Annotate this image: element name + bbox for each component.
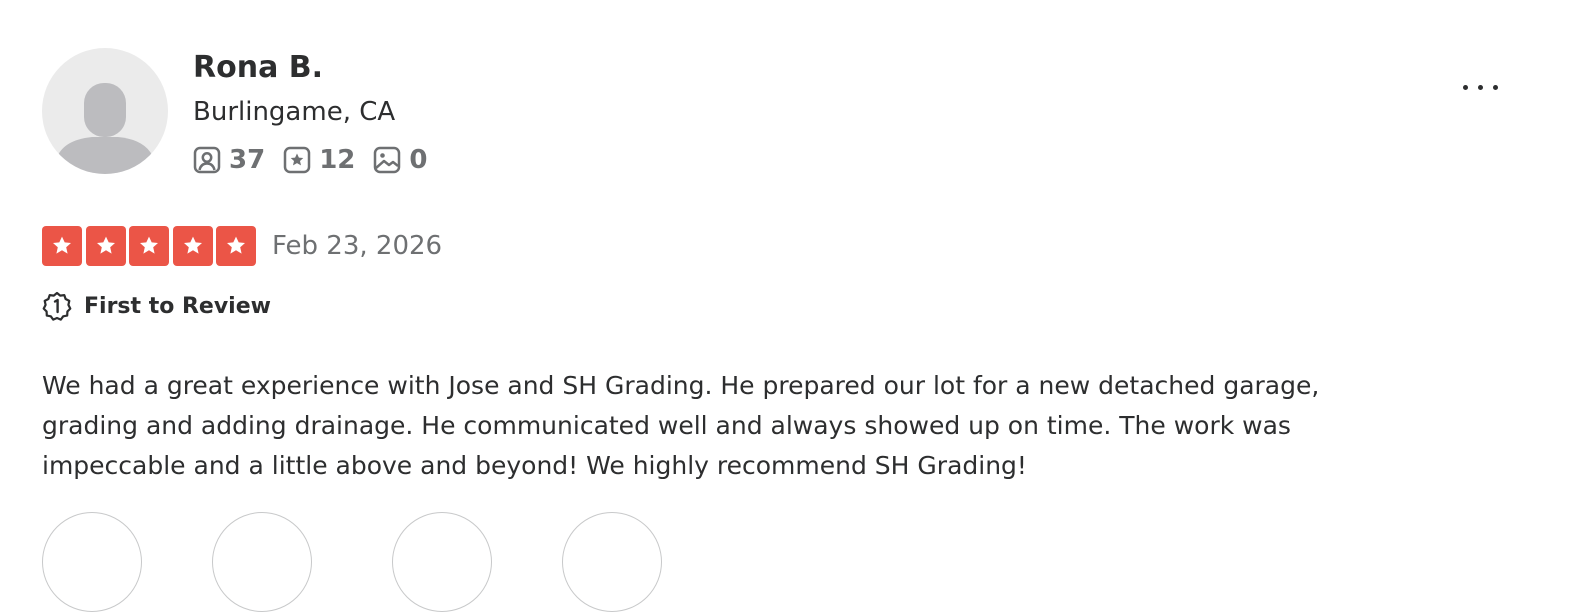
friends-count: 37: [229, 145, 266, 175]
reaction-button-oh-no[interactable]: [562, 512, 662, 612]
friends-stat: 37: [193, 145, 265, 175]
rating-star: [42, 226, 82, 266]
star-icon: [53, 236, 71, 254]
user-stats: 37 12 0: [193, 142, 445, 178]
user-name[interactable]: Rona B.: [193, 50, 323, 86]
review-star-icon: [283, 146, 311, 174]
photos-count: 0: [409, 145, 428, 175]
reaction-button-thanks[interactable]: [212, 512, 312, 612]
star-rating: [42, 226, 260, 266]
star-icon: [183, 236, 202, 254]
more-options-icon: [1458, 84, 1503, 90]
review-date: Feb 23, 2026: [272, 231, 443, 261]
star-icon: [140, 236, 158, 254]
review-text: We had a great experience with Jose and …: [42, 371, 1320, 480]
first-to-review-icon: [42, 291, 72, 321]
reaction-button-helpful[interactable]: [42, 512, 142, 612]
reaction-buttons: [42, 512, 742, 612]
friends-icon: [193, 146, 221, 174]
photo-icon: [374, 146, 401, 174]
user-location: Burlingame, CA: [193, 97, 396, 127]
rating-star: [129, 226, 169, 266]
badge-label: First to Review: [84, 293, 271, 319]
user-avatar[interactable]: [42, 48, 168, 174]
reaction-button-love[interactable]: [392, 512, 492, 612]
star-icon: [227, 236, 245, 254]
more-options-button[interactable]: [1452, 72, 1508, 102]
reviews-count: 12: [319, 145, 356, 175]
rating-star: [216, 226, 256, 266]
review-card: Rona B. Burlingame, CA 37 12 0 Feb 23, 2…: [0, 0, 1580, 612]
rating-star: [85, 226, 126, 266]
star-icon: [96, 236, 115, 254]
rating-star: [172, 226, 213, 266]
first-to-review-badge: First to Review: [42, 290, 271, 322]
photos-stat: 0: [373, 145, 427, 175]
default-user-icon: [56, 83, 154, 174]
reviews-stat: 12: [283, 145, 355, 175]
